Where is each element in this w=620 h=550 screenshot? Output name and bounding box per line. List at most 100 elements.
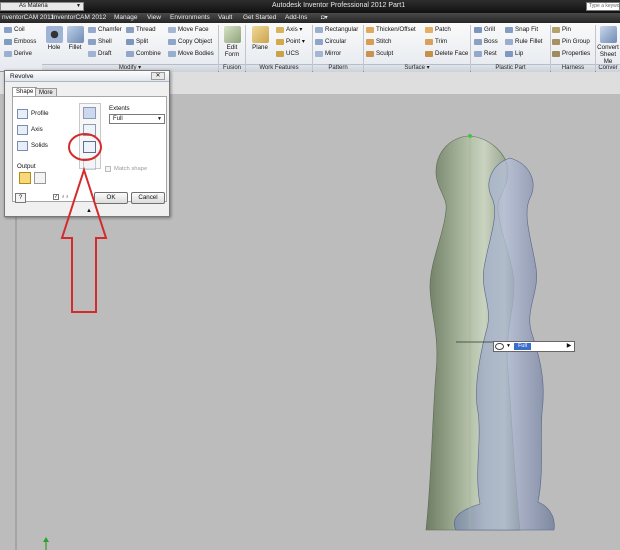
plane-button[interactable]: Plane xyxy=(249,26,271,51)
sculpt-icon xyxy=(366,51,374,57)
pin-group-label: Pin Group xyxy=(562,38,590,45)
mirror-button[interactable]: Mirror xyxy=(315,50,341,58)
draft-label: Draft xyxy=(98,50,112,57)
ok-button[interactable]: OK xyxy=(94,192,128,204)
point-button[interactable]: Point ▾ xyxy=(276,38,305,46)
fusion-panel-label: Fusion xyxy=(219,64,245,72)
menu-view[interactable]: View xyxy=(147,14,161,21)
sculpt-button[interactable]: Sculpt xyxy=(366,50,393,58)
extents-option-icon[interactable] xyxy=(495,343,504,350)
axis-selector[interactable]: Axis xyxy=(17,125,43,135)
ribbon-options-icon[interactable]: ◘▾ xyxy=(321,14,328,21)
intersect-operation-button[interactable] xyxy=(83,141,96,153)
thicken-offset-button[interactable]: Thicken/Offset xyxy=(366,26,416,34)
extents-select[interactable]: Full ▼ xyxy=(109,114,165,124)
play-arrow-icon[interactable]: ▶ xyxy=(565,343,573,350)
search-input[interactable]: Type a keyword xyxy=(586,2,620,11)
circular-pattern-button[interactable]: Circular xyxy=(315,38,346,46)
output-solid-button[interactable] xyxy=(19,172,31,184)
grill-button[interactable]: Grill xyxy=(474,26,495,34)
circular-pattern-label: Circular xyxy=(325,38,347,45)
hole-button[interactable]: Hole xyxy=(44,26,64,51)
copy-object-button[interactable]: Copy Object xyxy=(168,38,212,46)
emboss-icon xyxy=(4,39,12,45)
emboss-button[interactable]: Emboss xyxy=(4,38,36,46)
new-solid-button[interactable] xyxy=(83,158,96,170)
cut-operation-button[interactable] xyxy=(83,124,96,136)
sculpt-label: Sculpt xyxy=(376,50,394,57)
move-face-label: Move Face xyxy=(178,26,209,33)
circular-pattern-icon xyxy=(315,39,323,45)
inline-extents-editor[interactable]: ▼ Full ▶ xyxy=(493,341,575,352)
snap-fit-button[interactable]: Snap Fit xyxy=(505,26,538,34)
cancel-button[interactable]: Cancel xyxy=(131,192,165,204)
boss-button[interactable]: Boss xyxy=(474,38,498,46)
rest-button[interactable]: Rest xyxy=(474,50,497,58)
stitch-button[interactable]: Stitch xyxy=(366,38,391,46)
rest-icon xyxy=(474,51,482,57)
surface-panel-label[interactable]: Surface ▾ xyxy=(364,64,470,72)
plane-label: Plane xyxy=(252,44,268,51)
chevron-down-icon[interactable]: ▼ xyxy=(506,343,511,349)
inline-extents-value[interactable]: Full xyxy=(514,343,531,350)
delete-face-button[interactable]: Delete Face xyxy=(425,50,468,58)
rectangular-pattern-button[interactable]: Rectangular xyxy=(315,26,358,34)
menu-vault[interactable]: Vault xyxy=(218,14,232,21)
harness-panel-label: Harness xyxy=(551,64,595,72)
move-bodies-button[interactable]: Move Bodies xyxy=(168,50,214,58)
split-button[interactable]: Split xyxy=(126,38,148,46)
axis-label: Axis xyxy=(31,126,43,133)
material-dropdown[interactable]: As Materia ▼ xyxy=(0,2,84,11)
shell-icon xyxy=(88,39,96,45)
thread-label: Thread xyxy=(136,26,156,33)
match-shape-checkbox[interactable]: Match shape xyxy=(105,166,147,173)
dialog-title-bar[interactable]: Revolve ✕ xyxy=(5,71,169,82)
combine-button[interactable]: Combine xyxy=(126,50,161,58)
profile-label: Profile xyxy=(31,110,49,117)
expand-arrow-icon[interactable]: ▲ xyxy=(86,208,92,214)
edit-form-button[interactable]: Edit Form xyxy=(221,26,243,58)
properties-icon xyxy=(552,51,560,57)
coil-button[interactable]: Coil xyxy=(4,26,25,34)
emboss-label: Emboss xyxy=(14,38,37,45)
convert-button[interactable]: Convert Sheet Me xyxy=(596,26,620,65)
rectangular-pattern-icon xyxy=(315,27,323,33)
preview-icon: ♁♁ xyxy=(61,194,70,200)
help-button[interactable]: ? xyxy=(15,193,26,203)
shell-button[interactable]: Shell xyxy=(88,38,112,46)
trim-button[interactable]: Trim xyxy=(425,38,447,46)
patch-button[interactable]: Patch xyxy=(425,26,451,34)
thread-button[interactable]: Thread xyxy=(126,26,156,34)
convert-label: Convert Sheet Me xyxy=(597,44,619,65)
derive-button[interactable]: Derive xyxy=(4,50,32,58)
pin-group-button[interactable]: Pin Group xyxy=(552,38,590,46)
plastic-part-panel-label: Plastic Part xyxy=(471,64,550,72)
fillet-button[interactable]: Fillet xyxy=(65,26,85,51)
join-operation-button[interactable] xyxy=(83,107,96,119)
menu-add-ins[interactable]: Add-Ins xyxy=(285,14,307,21)
preview-toggle[interactable]: ✓ ♁♁ xyxy=(53,194,69,201)
chamfer-button[interactable]: Chamfer xyxy=(88,26,122,34)
move-face-button[interactable]: Move Face xyxy=(168,26,209,34)
output-surface-button[interactable] xyxy=(34,172,46,184)
axis-button[interactable]: Axis ▾ xyxy=(276,26,303,34)
plane-icon xyxy=(251,26,269,43)
profile-selector[interactable]: Profile xyxy=(17,109,49,119)
close-icon[interactable]: ✕ xyxy=(151,72,165,80)
grill-icon xyxy=(474,27,482,33)
menu-get-started[interactable]: Get Started xyxy=(243,14,276,21)
menu-manage[interactable]: Manage xyxy=(114,14,138,21)
output-label: Output xyxy=(17,163,36,170)
draft-button[interactable]: Draft xyxy=(88,50,111,58)
checkbox-box xyxy=(105,166,111,172)
menu-inventorcam-2012[interactable]: InventorCAM 2012 xyxy=(52,14,106,21)
properties-button[interactable]: Properties xyxy=(552,50,590,58)
ucs-button[interactable]: UCS xyxy=(276,50,299,58)
solids-selector[interactable]: Solids xyxy=(17,141,48,151)
pin-icon xyxy=(552,27,560,33)
pin-button[interactable]: Pin xyxy=(552,26,571,34)
menu-inventorcam-2011[interactable]: nventorCAM 2011 xyxy=(2,14,54,21)
lip-button[interactable]: Lip xyxy=(505,50,523,58)
menu-environments[interactable]: Environments xyxy=(170,14,210,21)
rule-fillet-button[interactable]: Rule Fillet xyxy=(505,38,543,46)
